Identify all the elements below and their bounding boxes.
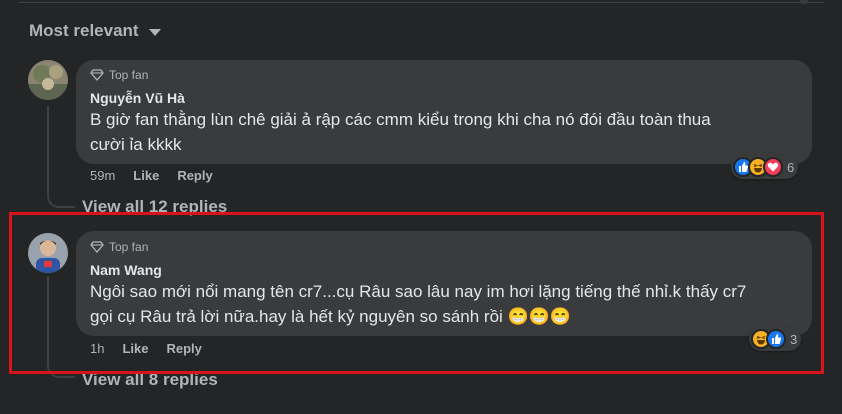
divider-line [18, 2, 824, 3]
timestamp[interactable]: 1h [90, 341, 104, 356]
comment-text: B giờ fan thằng lùn chê giải ả rập các c… [90, 107, 711, 157]
badge-label: Top fan [109, 240, 149, 254]
top-fan-badge: Top fan [90, 240, 148, 254]
love-reaction-icon [763, 157, 783, 177]
comment-text: Ngôi sao mới nổi mang tên cr7...cụ Râu s… [90, 279, 746, 329]
top-divider [0, 0, 842, 8]
scroll-indicator [800, 0, 808, 4]
reply-button[interactable]: Reply [177, 168, 212, 183]
reaction-summary[interactable]: 3 [749, 327, 802, 351]
timestamp[interactable]: 59m [90, 168, 115, 183]
badge-label: Top fan [109, 68, 149, 82]
comment-actions: 59m Like Reply [90, 168, 213, 183]
reaction-count: 3 [790, 331, 798, 347]
like-button[interactable]: Like [122, 341, 148, 356]
view-replies-link[interactable]: View all 12 replies [82, 197, 227, 217]
reply-thread-line [47, 106, 75, 208]
avatar[interactable] [28, 60, 68, 100]
comment-line: cười ỉa kkkk [90, 135, 182, 154]
author-name[interactable]: Nam Wang [90, 262, 162, 278]
reply-button[interactable]: Reply [166, 341, 201, 356]
comment-line: B giờ fan thằng lùn chê giải ả rập các c… [90, 110, 711, 129]
reaction-summary[interactable]: 6 [731, 155, 799, 179]
caret-down-icon [148, 28, 161, 36]
author-name[interactable]: Nguyễn Vũ Hà [90, 90, 185, 106]
comment-line: gọi cụ Râu trả lời nữa.hay là hết kỷ ngu… [90, 307, 572, 326]
reaction-count: 6 [787, 159, 795, 175]
sort-label: Most relevant [29, 21, 139, 40]
view-replies-link[interactable]: View all 8 replies [82, 370, 218, 390]
avatar[interactable] [28, 233, 68, 273]
sort-dropdown[interactable]: Most relevant [29, 21, 161, 41]
like-button[interactable]: Like [133, 168, 159, 183]
reply-thread-line [47, 276, 75, 378]
comment-line: Ngôi sao mới nổi mang tên cr7...cụ Râu s… [90, 282, 747, 301]
diamond-icon [90, 69, 104, 81]
comment-actions: 1h Like Reply [90, 341, 202, 356]
like-reaction-icon [766, 329, 786, 349]
diamond-icon [90, 241, 104, 253]
top-fan-badge: Top fan [90, 68, 148, 82]
